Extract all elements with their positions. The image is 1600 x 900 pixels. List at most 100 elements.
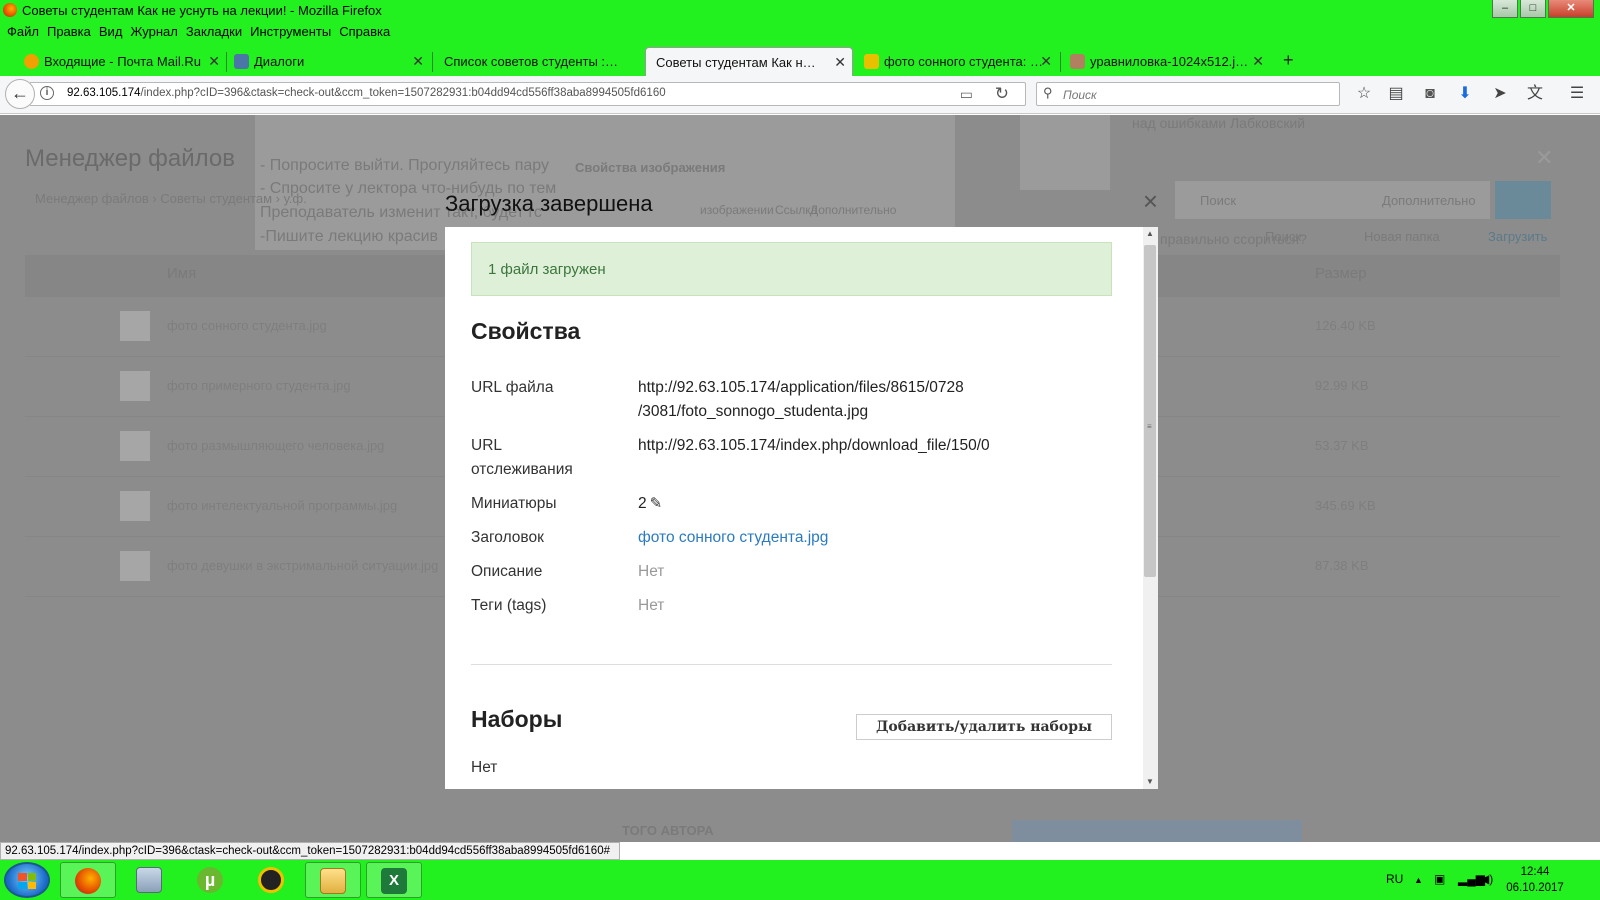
- taskbar: µ X RU ▲ ▣ ▂▄▆ ◀) 12:44 06.10.2017: [0, 860, 1600, 900]
- close-tab-icon[interactable]: ✕: [412, 53, 424, 70]
- language-indicator[interactable]: RU: [1386, 872, 1403, 886]
- star-icon[interactable]: ☆: [1354, 84, 1374, 104]
- thumbnails-count: 2: [638, 495, 647, 512]
- file-manager-heading: Менеджер файлов: [25, 145, 235, 172]
- firefox-icon: [3, 3, 17, 17]
- close-tab-icon[interactable]: ✕: [834, 54, 846, 71]
- bg-file-thumb: [120, 431, 150, 461]
- pocket-icon[interactable]: ◙: [1420, 84, 1440, 104]
- reload-icon[interactable]: ↻: [995, 84, 1009, 104]
- calculator-icon: [136, 867, 162, 893]
- upload-dialog-title: Загрузка завершена: [445, 191, 653, 216]
- taskbar-utorrent[interactable]: µ: [183, 862, 239, 898]
- edit-icon[interactable]: ✎: [650, 495, 663, 512]
- search-icon: ⚲: [1043, 85, 1053, 100]
- add-remove-sets-button[interactable]: Добавить/удалить наборы: [856, 714, 1112, 740]
- taskbar-aimp[interactable]: [244, 862, 300, 898]
- navigation-bar: i 92.63.105.174/index.php?cID=396&ctask=…: [0, 76, 1600, 114]
- tab-bar: Входящие - Почта Mail.Ru ✕ Диалоги ✕ Спи…: [0, 42, 1600, 76]
- clock-time: 12:44: [1520, 866, 1550, 878]
- scroll-up-icon[interactable]: ▲: [1146, 229, 1154, 238]
- taskbar-firefox[interactable]: [60, 862, 116, 898]
- firefox-icon: [75, 868, 101, 894]
- inner-dialog-title: Свойства изображения: [575, 160, 726, 175]
- bg-search-extra: Дополнительно: [1382, 193, 1476, 208]
- info-icon[interactable]: i: [40, 86, 54, 100]
- tab-current[interactable]: Советы студентам Как не усн... ✕: [645, 47, 853, 76]
- tags-value[interactable]: Нет: [638, 594, 1108, 618]
- close-tab-icon[interactable]: ✕: [208, 53, 220, 70]
- reading-list-icon[interactable]: ▤: [1386, 84, 1406, 104]
- bg-action: Поиск: [1265, 229, 1302, 244]
- thumbnails-value: 2 ✎: [638, 492, 1108, 516]
- volume-icon[interactable]: ◀): [1480, 872, 1493, 886]
- bg-file-name: фото интелектуальной программы.jpg: [167, 498, 398, 513]
- taskbar-explorer[interactable]: [305, 862, 361, 898]
- start-button[interactable]: [4, 862, 50, 898]
- send-icon[interactable]: ➤: [1490, 84, 1510, 104]
- taskbar-calculator[interactable]: [122, 862, 178, 898]
- taskbar-excel[interactable]: X: [366, 862, 422, 898]
- address-text[interactable]: 92.63.105.174/index.php?cID=396&ctask=ch…: [67, 87, 666, 99]
- bg-file-thumb: [120, 311, 150, 341]
- reader-view-icon[interactable]: ▭: [960, 86, 973, 103]
- article-line: - Попросите выйти. Прогуляйтесь пару: [260, 157, 549, 174]
- menu-file[interactable]: Файл: [4, 21, 42, 42]
- scroll-down-icon[interactable]: ▼: [1146, 777, 1154, 786]
- excel-icon: X: [381, 868, 407, 894]
- title-value-link[interactable]: фото сонного студента.jpg: [638, 526, 1108, 550]
- tab-tips-list[interactable]: Список советов студенты :: со...: [434, 47, 642, 76]
- bg-action: Загрузить: [1488, 229, 1548, 244]
- description-value[interactable]: Нет: [638, 560, 1108, 584]
- close-window-button[interactable]: ✕: [1548, 0, 1594, 18]
- address-bar[interactable]: i 92.63.105.174/index.php?cID=396&ctask=…: [30, 82, 1026, 106]
- tab-image[interactable]: уравниловка-1024x512.jpg... ✕: [1064, 47, 1270, 76]
- bg-file-thumb: [120, 491, 150, 521]
- search-placeholder: Поиск: [1063, 88, 1097, 102]
- address-host: 92.63.105.174: [67, 87, 141, 99]
- bg-file-thumb: [120, 371, 150, 401]
- scroll-grip-icon: ≡: [1147, 422, 1152, 431]
- close-dialog-button[interactable]: ×: [1143, 188, 1158, 214]
- show-hidden-icons[interactable]: ▲: [1414, 875, 1423, 885]
- menu-edit[interactable]: Правка: [44, 21, 94, 42]
- upload-dialog-header: Загрузка завершена ×: [445, 185, 1158, 227]
- menu-bookmarks[interactable]: Закладки: [183, 21, 245, 42]
- tracking-url-label-1: URL: [471, 437, 503, 454]
- title-label: Заголовок: [471, 529, 544, 546]
- menu-tools[interactable]: Инструменты: [247, 21, 334, 42]
- success-alert: 1 файл загружен: [471, 242, 1112, 296]
- status-url: 92.63.105.174/index.php?cID=396&ctask=ch…: [0, 842, 620, 860]
- breadcrumb: Менеджер файлов › Советы студентам › у.ф…: [35, 191, 307, 206]
- clock[interactable]: 12:44 06.10.2017: [1500, 864, 1570, 896]
- new-tab-button[interactable]: +: [1283, 50, 1294, 71]
- address-path: /index.php?cID=396&ctask=check-out&ccm_t…: [140, 87, 666, 99]
- divider: [471, 664, 1112, 665]
- power-icon[interactable]: ▣: [1434, 872, 1445, 886]
- bg-file-size: 126.40 KB: [1315, 318, 1376, 333]
- minimize-button[interactable]: –: [1492, 0, 1518, 18]
- upload-dialog-body: 1 файл загружен Свойства URL файла http:…: [445, 227, 1143, 789]
- download-icon[interactable]: ⬇: [1455, 84, 1475, 104]
- search-bar[interactable]: ⚲ Поиск: [1036, 82, 1340, 106]
- menu-history[interactable]: Журнал: [127, 21, 180, 42]
- scroll-thumb[interactable]: ≡: [1144, 245, 1156, 577]
- menu-icon[interactable]: ☰: [1567, 84, 1587, 104]
- back-button[interactable]: ←: [5, 79, 35, 109]
- bg-file-thumb: [120, 551, 150, 581]
- dialog-scrollbar[interactable]: ▲ ≡ ▼: [1143, 227, 1158, 789]
- tab-mail[interactable]: Входящие - Почта Mail.Ru ✕: [18, 47, 226, 76]
- menu-view[interactable]: Вид: [96, 21, 126, 42]
- translate-icon[interactable]: 文: [1525, 84, 1545, 104]
- file-url-line-1: http://92.63.105.174/application/files/8…: [638, 379, 964, 396]
- menu-help[interactable]: Справка: [336, 21, 393, 42]
- close-tab-icon[interactable]: ✕: [1040, 53, 1052, 70]
- close-tab-icon[interactable]: ✕: [1252, 53, 1264, 70]
- bg-search-placeholder: Поиск: [1200, 193, 1237, 208]
- sets-heading: Наборы: [471, 706, 563, 732]
- bg-close-icon: ✕: [1535, 145, 1554, 170]
- tab-dialogs[interactable]: Диалоги ✕: [228, 47, 430, 76]
- maximize-button[interactable]: □: [1520, 0, 1546, 18]
- tab-photo[interactable]: фото сонного студента: 1... ✕: [858, 47, 1058, 76]
- tab-separator: [432, 52, 433, 72]
